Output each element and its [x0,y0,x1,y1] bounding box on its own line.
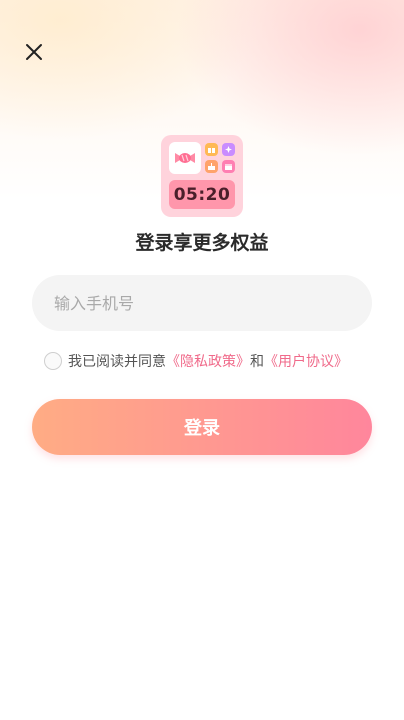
close-button[interactable] [20,38,48,66]
agreement-joiner: 和 [250,354,264,370]
gift-icon [205,143,218,156]
page-title: 登录享更多权益 [135,232,269,254]
phone-input[interactable] [32,275,372,331]
cake-icon [205,160,218,173]
app-logo: 05:20 [161,135,243,217]
user-agreement-link[interactable]: 《用户协议》 [264,351,348,371]
privacy-policy-link[interactable]: 《隐私政策》 [166,351,250,371]
login-button[interactable]: 登录 [32,399,372,455]
clock-display: 05:20 [169,180,235,209]
agreement-prefix: 我已阅读并同意 [68,354,166,370]
candy-icon [169,142,201,174]
close-icon [26,44,42,60]
calendar-icon [222,160,235,173]
agreement-row: 我已阅读并同意 《隐私政策》 和 《用户协议》 [44,351,348,371]
agreement-checkbox[interactable] [44,352,62,370]
star-icon [222,143,235,156]
